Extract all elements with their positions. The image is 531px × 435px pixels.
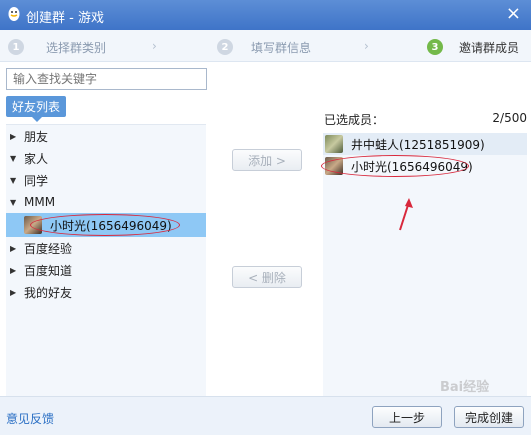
tree-group-classmates[interactable]: ▼ 同学 xyxy=(6,169,206,191)
triangle-right-icon: ▶ xyxy=(10,287,17,297)
step-3-label: 邀请群成员 xyxy=(459,40,520,55)
friend-tree: ▶ 朋友 ▼ 家人 ▼ 同学 ▼ MMM 小时光(1656496049) ▶ 百… xyxy=(6,124,206,396)
tree-group-label: 同学 xyxy=(24,173,49,188)
tree-group-label: 家人 xyxy=(24,151,49,166)
step-2-number: 2 xyxy=(217,39,233,55)
add-button[interactable]: 添加 > xyxy=(232,149,302,171)
footer-bar: 意见反馈 上一步 完成创建 xyxy=(0,396,531,435)
step-indicator: 1 选择群类别 › 2 填写群信息 › 3 邀请群成员 xyxy=(0,30,531,62)
close-icon[interactable]: × xyxy=(506,4,521,24)
tree-group-label: 我的好友 xyxy=(24,285,73,300)
tree-group-family[interactable]: ▼ 家人 xyxy=(6,147,206,169)
step-1: 1 选择群类别 xyxy=(8,38,106,56)
step-arrow-icon: › xyxy=(152,39,157,53)
qq-penguin-icon xyxy=(8,7,20,21)
step-1-number: 1 xyxy=(8,39,24,55)
finish-create-button[interactable]: 完成创建 xyxy=(454,406,524,428)
tab-friend-list[interactable]: 好友列表 xyxy=(6,96,67,122)
annotation-arrow-icon xyxy=(399,198,413,231)
watermark: Bai经验 xyxy=(440,380,490,395)
triangle-down-icon: ▼ xyxy=(10,175,17,185)
remove-button[interactable]: < 删除 xyxy=(232,266,302,288)
title-bar: 创建群 - 游戏 × xyxy=(0,0,531,30)
selected-title: 已选成员： xyxy=(324,113,385,127)
selected-count: 2/500 xyxy=(492,111,527,125)
triangle-down-icon: ▼ xyxy=(10,153,17,163)
window-title: 创建群 - 游戏 xyxy=(26,11,104,26)
step-3: 3 邀请群成员 xyxy=(427,38,519,56)
list-item[interactable]: 井中蛙人(1251851909) xyxy=(323,133,527,155)
avatar xyxy=(325,135,343,153)
feedback-link[interactable]: 意见反馈 xyxy=(6,410,54,427)
selected-header: 已选成员： 2/500 xyxy=(324,111,527,128)
tree-group-label: 百度知道 xyxy=(24,263,73,278)
tree-group-label: 百度经验 xyxy=(24,241,73,256)
annotation-ellipse xyxy=(321,155,469,177)
annotation-ellipse xyxy=(30,214,180,236)
selected-members-list: 井中蛙人(1251851909) 小时光(1656496049) xyxy=(321,133,527,396)
tree-member-selected[interactable]: 小时光(1656496049) xyxy=(6,213,206,237)
triangle-right-icon: ▶ xyxy=(10,131,17,141)
step-2-label: 填写群信息 xyxy=(251,40,312,55)
search-input[interactable] xyxy=(6,68,207,90)
triangle-right-icon: ▶ xyxy=(10,243,17,253)
tree-group-baidu-jingyan[interactable]: ▶ 百度经验 xyxy=(6,237,206,259)
tree-group-mmm[interactable]: ▼ MMM xyxy=(6,191,206,213)
step-3-number: 3 xyxy=(427,39,443,55)
tree-group-friends[interactable]: ▶ 朋友 xyxy=(6,125,206,147)
triangle-right-icon: ▶ xyxy=(10,265,17,275)
tree-group-my-friends[interactable]: ▶ 我的好友 xyxy=(6,281,206,303)
step-1-label: 选择群类别 xyxy=(46,40,107,55)
tree-group-baidu-zhidao[interactable]: ▶ 百度知道 xyxy=(6,259,206,281)
list-item[interactable]: 小时光(1656496049) xyxy=(321,155,527,177)
step-arrow-icon: › xyxy=(364,39,369,53)
member-name: 井中蛙人(1251851909) xyxy=(351,137,485,152)
triangle-down-icon: ▼ xyxy=(10,197,17,207)
tree-group-label: MMM xyxy=(24,195,56,209)
step-2: 2 填写群信息 xyxy=(217,38,311,56)
tree-group-label: 朋友 xyxy=(24,129,49,144)
prev-step-button[interactable]: 上一步 xyxy=(372,406,442,428)
